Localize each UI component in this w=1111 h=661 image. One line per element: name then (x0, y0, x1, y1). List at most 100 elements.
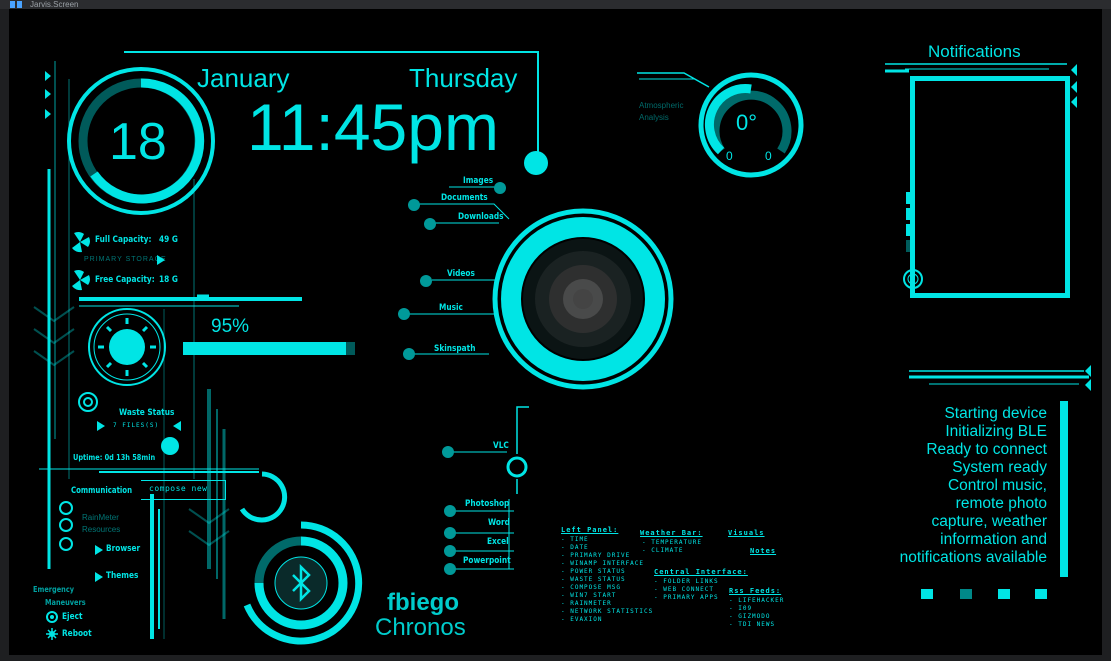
legend-left-item: - TIME (561, 536, 589, 543)
power-bar-fill (183, 342, 347, 355)
app-excel[interactable]: Excel (487, 537, 509, 547)
legend-left-item: - PRIMARY DRIVE (561, 552, 631, 559)
window-title: Jarvis.Screen (30, 0, 79, 9)
eject-icon[interactable] (46, 611, 58, 623)
log-line: System ready (952, 459, 1047, 476)
power-percent: 95% (211, 316, 250, 337)
full-capacity-label: Full Capacity: (95, 235, 152, 245)
legend-left-item: - EVAXION (561, 616, 603, 623)
page-indicator-2[interactable] (960, 589, 972, 599)
menu-item-documents[interactable]: Documents (441, 193, 488, 203)
legend-left-item: - RAINMETER (561, 600, 612, 607)
menu-item-music[interactable]: Music (439, 303, 463, 313)
menu-dot-documents[interactable] (407, 198, 421, 212)
legend-central-list: - FOLDER LINKS - WEB CONNECT - PRIMARY A… (654, 578, 719, 602)
app-photoshop[interactable]: Photoshop (465, 499, 509, 509)
menu-dot-skinspath[interactable] (402, 347, 416, 361)
notification-ring-icon (903, 269, 923, 289)
notification-log: Starting device Initializing BLE Ready t… (849, 405, 1047, 579)
menu-dot-videos[interactable] (419, 274, 433, 288)
legend-central-item: - FOLDER LINKS (654, 578, 719, 585)
weather-title-line2: Analysis (639, 113, 669, 122)
legend-rss-item: - GIZMODO (729, 613, 771, 620)
desktop-screen: 18 January Thursday 11:45pm Full Capacit… (9, 9, 1102, 655)
legend-central-item: - PRIMARY APPS (654, 594, 719, 601)
play-icon-waste[interactable] (97, 421, 105, 431)
legend-weather-item: - TEMPERATURE (642, 539, 702, 546)
log-scrollbar[interactable] (1060, 401, 1068, 577)
clock-day: 18 (109, 113, 167, 171)
vlc-dot[interactable] (441, 445, 455, 459)
menu-item-images[interactable]: Images (463, 176, 493, 186)
branding-chronos: Chronos (375, 614, 466, 641)
eject-button[interactable]: Eject (62, 612, 82, 622)
back-icon-waste[interactable] (173, 421, 181, 431)
app-powerpoint[interactable]: Powerpoint (463, 556, 511, 566)
legend-left-item: - COMPOSE MSG (561, 584, 621, 591)
log-line: Starting device (944, 405, 1047, 422)
waste-status-title: Waste Status (119, 408, 175, 418)
app-word[interactable]: Word (488, 518, 510, 528)
legend-left-item: - WINAMP INTERFACE (561, 560, 645, 567)
rainmeter-icons (59, 501, 73, 551)
notifications-panel (910, 76, 1070, 298)
menu-dot-images[interactable] (493, 181, 507, 195)
legend-rss-item: - TDI NEWS (729, 621, 776, 628)
weather-low: 0 (726, 149, 733, 163)
log-line: information and (940, 531, 1047, 548)
notifications-title: Notifications (928, 42, 1021, 61)
fan-icon (72, 232, 90, 253)
fan-icon-2 (72, 270, 90, 291)
waste-files: 7 FILES(S) (113, 422, 160, 429)
log-line: remote photo (955, 495, 1047, 512)
sun-power-icon (88, 308, 166, 386)
free-capacity-label: Free Capacity: (95, 275, 155, 285)
bluetooth-ring (243, 521, 363, 645)
central-core (492, 208, 674, 390)
play-icon[interactable] (157, 255, 165, 265)
free-capacity-value: 18 G (159, 275, 178, 285)
legend-left-panel-list: - TIME - DATE - PRIMARY DRIVE - WINAMP I… (561, 536, 653, 624)
weather-high: 0 (765, 149, 772, 163)
app-dots (444, 505, 456, 575)
menu-dot-downloads[interactable] (423, 217, 437, 231)
page-indicator-4[interactable] (1035, 589, 1047, 599)
emergency-line2: Maneuvers (45, 598, 86, 607)
waste-dot-icon (161, 437, 179, 455)
legend-weather-item: - CLIMATE (642, 547, 684, 554)
menu-item-videos[interactable]: Videos (447, 269, 475, 279)
legend-left-item: - WASTE STATUS (561, 576, 626, 583)
power-bar-track (183, 342, 355, 355)
menu-item-skinspath[interactable]: Skinspath (434, 344, 475, 354)
compose-new-button[interactable]: compose new (141, 480, 226, 500)
legend-rss-item: - I09 (729, 605, 753, 612)
themes-arrow-icon (95, 572, 103, 582)
browser-link[interactable]: Browser (106, 544, 140, 554)
legend-notes-title: Notes (750, 547, 777, 555)
rainmeter-line1: RainMeter (82, 513, 119, 522)
rainmeter-line2: Resources (82, 525, 121, 534)
log-line: notifications available (899, 549, 1047, 566)
legend-left-item: - WIN7 START (561, 592, 617, 599)
uptime-text: Uptime: 0d 13h 58min (73, 453, 156, 462)
loading-arc-icon (239, 471, 288, 523)
branding-fbiego: fbiego (387, 589, 459, 616)
compose-new-label: compose new (149, 484, 208, 493)
legend-central-title: Central Interface: (654, 568, 748, 576)
weather-title-line1: Atmospheric (639, 101, 684, 110)
window-app-icon (10, 1, 22, 8)
reboot-button[interactable]: Reboot (62, 629, 92, 639)
themes-link[interactable]: Themes (106, 571, 138, 581)
page-indicator-1[interactable] (921, 589, 933, 599)
page-indicator-3[interactable] (998, 589, 1010, 599)
log-line: Control music, (947, 477, 1047, 494)
legend-rss-title: Rss Feeds: (729, 587, 782, 595)
menu-item-downloads[interactable]: Downloads (458, 212, 504, 222)
legend-left-item: - DATE (561, 544, 589, 551)
menu-dot-music[interactable] (397, 307, 411, 321)
log-line: capture, weather (931, 513, 1047, 530)
reboot-icon[interactable] (46, 628, 58, 640)
vlc-link[interactable]: VLC (493, 441, 509, 451)
legend-weather-list: - TEMPERATURE - CLIMATE (642, 539, 702, 555)
legend-rss-item: - LIFEHACKER (729, 597, 785, 604)
